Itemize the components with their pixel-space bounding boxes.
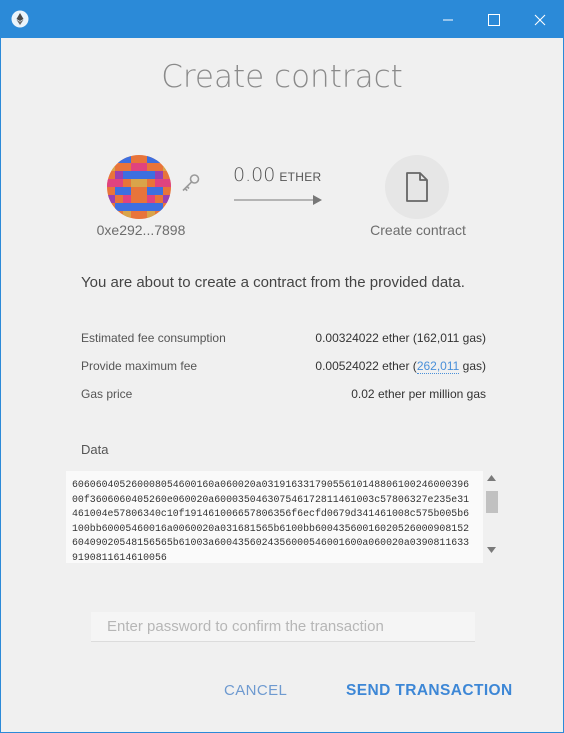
max-fee-prefix: 0.00524022 ether ( (315, 359, 417, 373)
maximize-icon (488, 13, 500, 26)
estimated-fee-value: 0.00324022 ether (162,011 gas) (315, 331, 486, 345)
gas-price-label: Gas price (81, 387, 133, 401)
title-bar (1, 1, 563, 38)
minimize-icon (443, 19, 453, 20)
password-input[interactable] (91, 612, 475, 642)
sender-address: 0xe292...7898 (96, 222, 186, 238)
maximize-button[interactable] (471, 1, 517, 38)
amount-value: 0.00 (233, 164, 276, 186)
data-value: 606060405260008054600160a060020a03191633… (72, 479, 470, 563)
max-fee-label: Provide maximum fee (81, 359, 198, 373)
contract-circle (385, 155, 449, 219)
max-fee-value: 0.00524022 ether (262,011 gas) (315, 359, 486, 374)
document-icon (406, 172, 428, 202)
page-title: Create contract (161, 59, 403, 95)
scroll-up-icon[interactable] (487, 475, 496, 481)
data-label: Data (81, 442, 109, 457)
send-transaction-button[interactable]: SEND TRANSACTION (346, 682, 513, 700)
arrow-right-icon (234, 195, 322, 205)
amount-unit: ETHER (279, 170, 322, 184)
scroll-down-icon[interactable] (487, 547, 496, 553)
key-icon (179, 171, 203, 195)
send-transaction-window: Create contract 0xe292...7898 0.00ETHER (0, 0, 564, 733)
ethereum-icon (11, 10, 29, 28)
description: You are about to create a contract from … (81, 274, 465, 291)
max-fee-row: Provide maximum fee 0.00524022 ether (26… (81, 359, 486, 374)
gas-price-row: Gas price 0.02 ether per million gas (81, 387, 486, 401)
estimated-fee-row: Estimated fee consumption 0.00324022 eth… (81, 331, 486, 345)
scroll-thumb[interactable] (486, 491, 498, 513)
data-textarea[interactable]: 606060405260008054600160a060020a03191633… (66, 471, 500, 563)
amount: 0.00 ETHER (233, 164, 321, 186)
recipient-label: Create contract (370, 222, 466, 238)
gas-price-value: 0.02 ether per million gas (351, 387, 486, 401)
max-fee-suffix: gas) (459, 359, 486, 373)
minimize-button[interactable] (425, 1, 471, 38)
close-button[interactable] (517, 1, 563, 38)
close-icon (534, 14, 546, 25)
max-gas-link[interactable]: 262,011 (416, 359, 460, 374)
data-scrollbar[interactable] (483, 471, 500, 563)
sender-identicon (107, 155, 171, 219)
estimated-fee-label: Estimated fee consumption (81, 331, 226, 345)
cancel-button[interactable]: CANCEL (224, 682, 287, 699)
